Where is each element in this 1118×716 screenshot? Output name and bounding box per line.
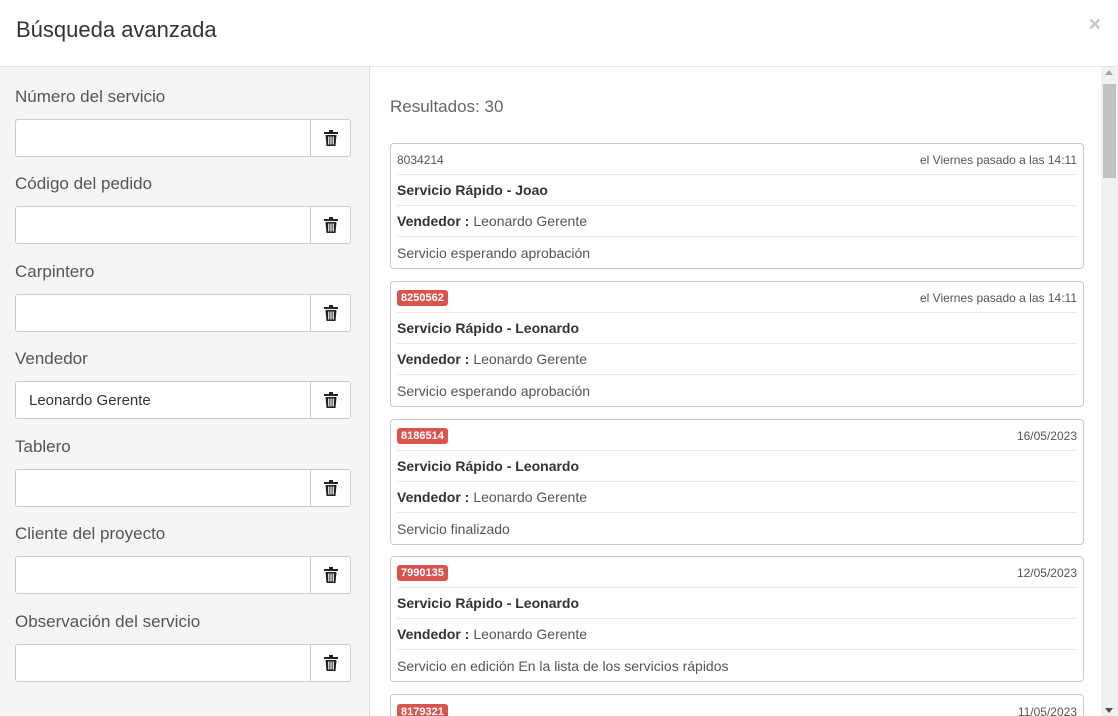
service-number: 8034214: [397, 153, 444, 167]
clear-project-client-button[interactable]: [310, 556, 351, 594]
seller-input[interactable]: [15, 381, 310, 419]
result-card[interactable]: 7990135 12/05/2023 Servicio Rápido - Leo…: [390, 556, 1084, 682]
field-label: Código del pedido: [15, 174, 153, 193]
field-label: Observación del servicio: [15, 612, 201, 631]
service-status: Servicio en edición En la lista de los s…: [397, 657, 729, 674]
result-card[interactable]: 8034214 el Viernes pasado a las 14:11 Se…: [390, 143, 1084, 269]
clear-board-button[interactable]: [310, 469, 351, 507]
service-date: 16/05/2023: [1016, 429, 1077, 443]
results-scrollbar[interactable]: [1101, 67, 1118, 716]
service-date: 11/05/2023: [1017, 704, 1077, 716]
seller-name: Leonardo Gerente: [473, 351, 587, 367]
service-date: 12/05/2023: [1016, 566, 1077, 580]
service-status: Servicio finalizado: [397, 520, 510, 537]
filter-service-observation: Observación del servicio: [15, 612, 351, 682]
filter-order-code: Código del pedido: [15, 174, 351, 244]
seller-label: Vendedor :: [397, 489, 470, 505]
seller-label: Vendedor :: [397, 213, 470, 229]
trash-icon: [323, 305, 338, 321]
filter-seller: Vendedor: [15, 349, 351, 419]
clear-service-number-button[interactable]: [310, 119, 351, 157]
field-label: Tablero: [15, 437, 71, 456]
carpenter-input[interactable]: [15, 294, 310, 332]
service-seller: Vendedor : Leonardo Gerente: [397, 206, 1077, 237]
seller-name: Leonardo Gerente: [473, 489, 587, 505]
trash-icon: [323, 655, 338, 671]
modal-header: Búsqueda avanzada ×: [0, 0, 1118, 67]
service-date: el Viernes pasado a las 14:11: [919, 291, 1077, 305]
clear-seller-button[interactable]: [310, 381, 351, 419]
result-card[interactable]: 8179321 11/05/2023: [390, 694, 1084, 716]
order-code-input[interactable]: [15, 206, 310, 244]
field-label: Carpintero: [15, 262, 95, 281]
service-number-badge: 8179321: [397, 703, 448, 716]
filter-board: Tablero: [15, 437, 351, 507]
results-count: Resultados: 30: [390, 97, 504, 116]
service-number-badge: 7990135: [397, 565, 448, 581]
service-number-badge: 8250562: [397, 290, 448, 306]
clear-order-code-button[interactable]: [310, 206, 351, 244]
project-client-input[interactable]: [15, 556, 310, 594]
service-number-badge: 8186514: [397, 428, 448, 444]
scroll-up-arrow-icon[interactable]: [1105, 70, 1113, 75]
service-title: Servicio Rápido - Leonardo: [397, 313, 1077, 344]
filter-service-number: Número del servicio: [15, 87, 351, 157]
result-card[interactable]: 8250562 el Viernes pasado a las 14:11 Se…: [390, 281, 1084, 407]
seller-name: Leonardo Gerente: [473, 213, 587, 229]
trash-icon: [323, 217, 338, 233]
service-seller: Vendedor : Leonardo Gerente: [397, 619, 1077, 650]
filter-project-client: Cliente del proyecto: [15, 524, 351, 594]
board-input[interactable]: [15, 469, 310, 507]
results-panel: Resultados: 30 8034214 el Viernes pasado…: [371, 67, 1101, 716]
trash-icon: [323, 130, 338, 146]
filter-panel: Número del servicio Código del pedido Ca…: [0, 67, 370, 716]
trash-icon: [323, 567, 338, 583]
service-status: Servicio esperando aprobación: [397, 382, 591, 399]
clear-carpenter-button[interactable]: [310, 294, 351, 332]
service-title: Servicio Rápido - Leonardo: [397, 451, 1077, 482]
service-seller: Vendedor : Leonardo Gerente: [397, 344, 1077, 375]
service-status: Servicio esperando aprobación: [397, 244, 591, 261]
trash-icon: [323, 392, 338, 408]
service-date: el Viernes pasado a las 14:11: [919, 153, 1077, 167]
service-title: Servicio Rápido - Joao: [397, 175, 1077, 206]
seller-label: Vendedor :: [397, 351, 470, 367]
seller-name: Leonardo Gerente: [473, 626, 587, 642]
field-label: Vendedor: [15, 349, 88, 368]
field-label: Número del servicio: [15, 87, 166, 106]
seller-label: Vendedor :: [397, 626, 470, 642]
filter-carpenter: Carpintero: [15, 262, 351, 332]
service-observation-input[interactable]: [15, 644, 310, 682]
service-seller: Vendedor : Leonardo Gerente: [397, 482, 1077, 513]
close-icon[interactable]: ×: [1089, 14, 1101, 35]
scrollbar-thumb[interactable]: [1103, 84, 1116, 178]
scroll-down-arrow-icon[interactable]: [1105, 708, 1113, 713]
result-card[interactable]: 8186514 16/05/2023 Servicio Rápido - Leo…: [390, 419, 1084, 545]
service-title: Servicio Rápido - Leonardo: [397, 588, 1077, 619]
clear-service-observation-button[interactable]: [310, 644, 351, 682]
modal-title: Búsqueda avanzada: [16, 17, 217, 42]
service-number-input[interactable]: [15, 119, 310, 157]
trash-icon: [323, 480, 338, 496]
field-label: Cliente del proyecto: [15, 524, 166, 543]
